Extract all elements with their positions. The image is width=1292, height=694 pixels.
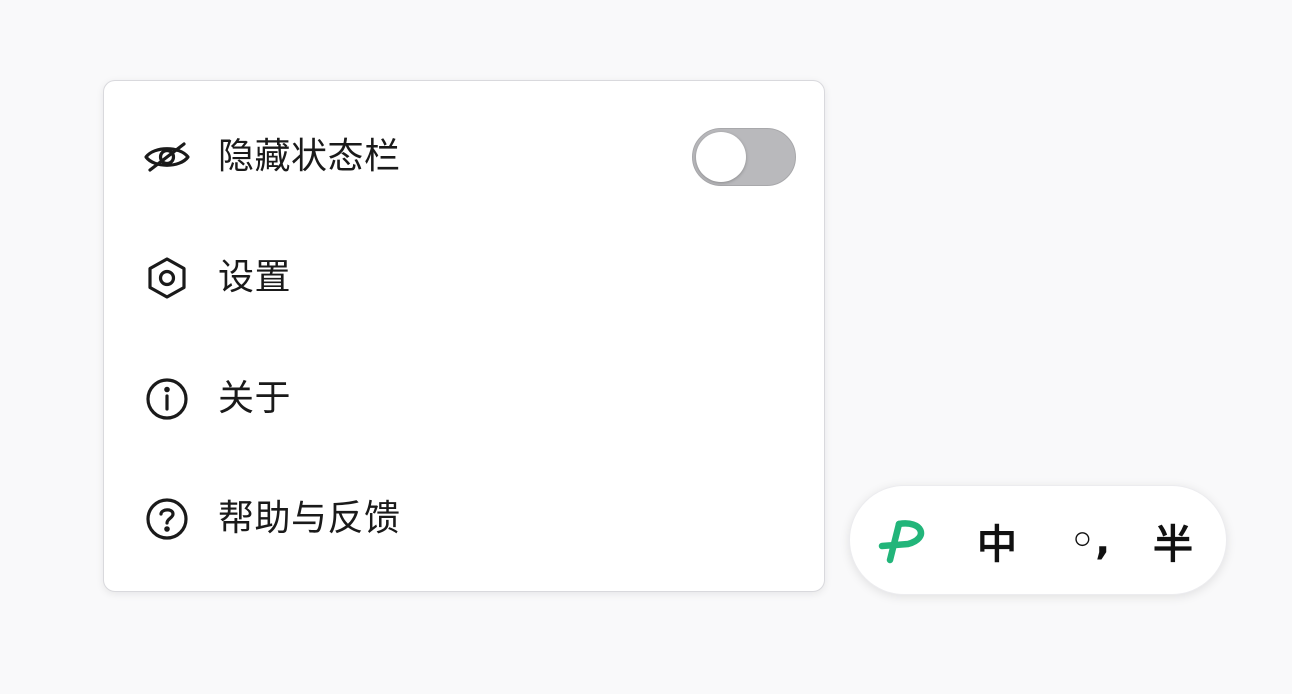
menu-item-hide-status-bar[interactable]: 隐藏状态栏 <box>104 117 824 197</box>
menu-item-label: 帮助与反馈 <box>218 498 401 539</box>
toggle-knob <box>696 132 746 182</box>
language-mode-toggle[interactable]: 中 <box>962 486 1032 596</box>
menu-item-label: 关于 <box>218 378 292 419</box>
menu-item-label: 隐藏状态栏 <box>218 136 401 177</box>
punctuation-mode-toggle[interactable]: ◦, <box>1050 486 1130 596</box>
menu-item-help-feedback[interactable]: 帮助与反馈 <box>104 479 824 559</box>
ime-status-bar[interactable]: 中 ◦, 半 <box>849 485 1227 595</box>
hide-status-bar-toggle[interactable] <box>692 128 796 186</box>
ime-logo-icon[interactable] <box>878 516 932 566</box>
menu-item-label: 设置 <box>218 257 292 298</box>
menu-item-about[interactable]: 关于 <box>104 359 824 439</box>
eye-slash-icon <box>142 132 192 182</box>
help-circle-icon <box>142 494 192 544</box>
context-menu: 隐藏状态栏 设置 关于 帮助与反馈 <box>103 80 825 592</box>
settings-hexagon-icon <box>142 253 192 303</box>
info-circle-icon <box>142 374 192 424</box>
menu-item-settings[interactable]: 设置 <box>104 238 824 318</box>
width-mode-toggle[interactable]: 半 <box>1138 486 1208 596</box>
